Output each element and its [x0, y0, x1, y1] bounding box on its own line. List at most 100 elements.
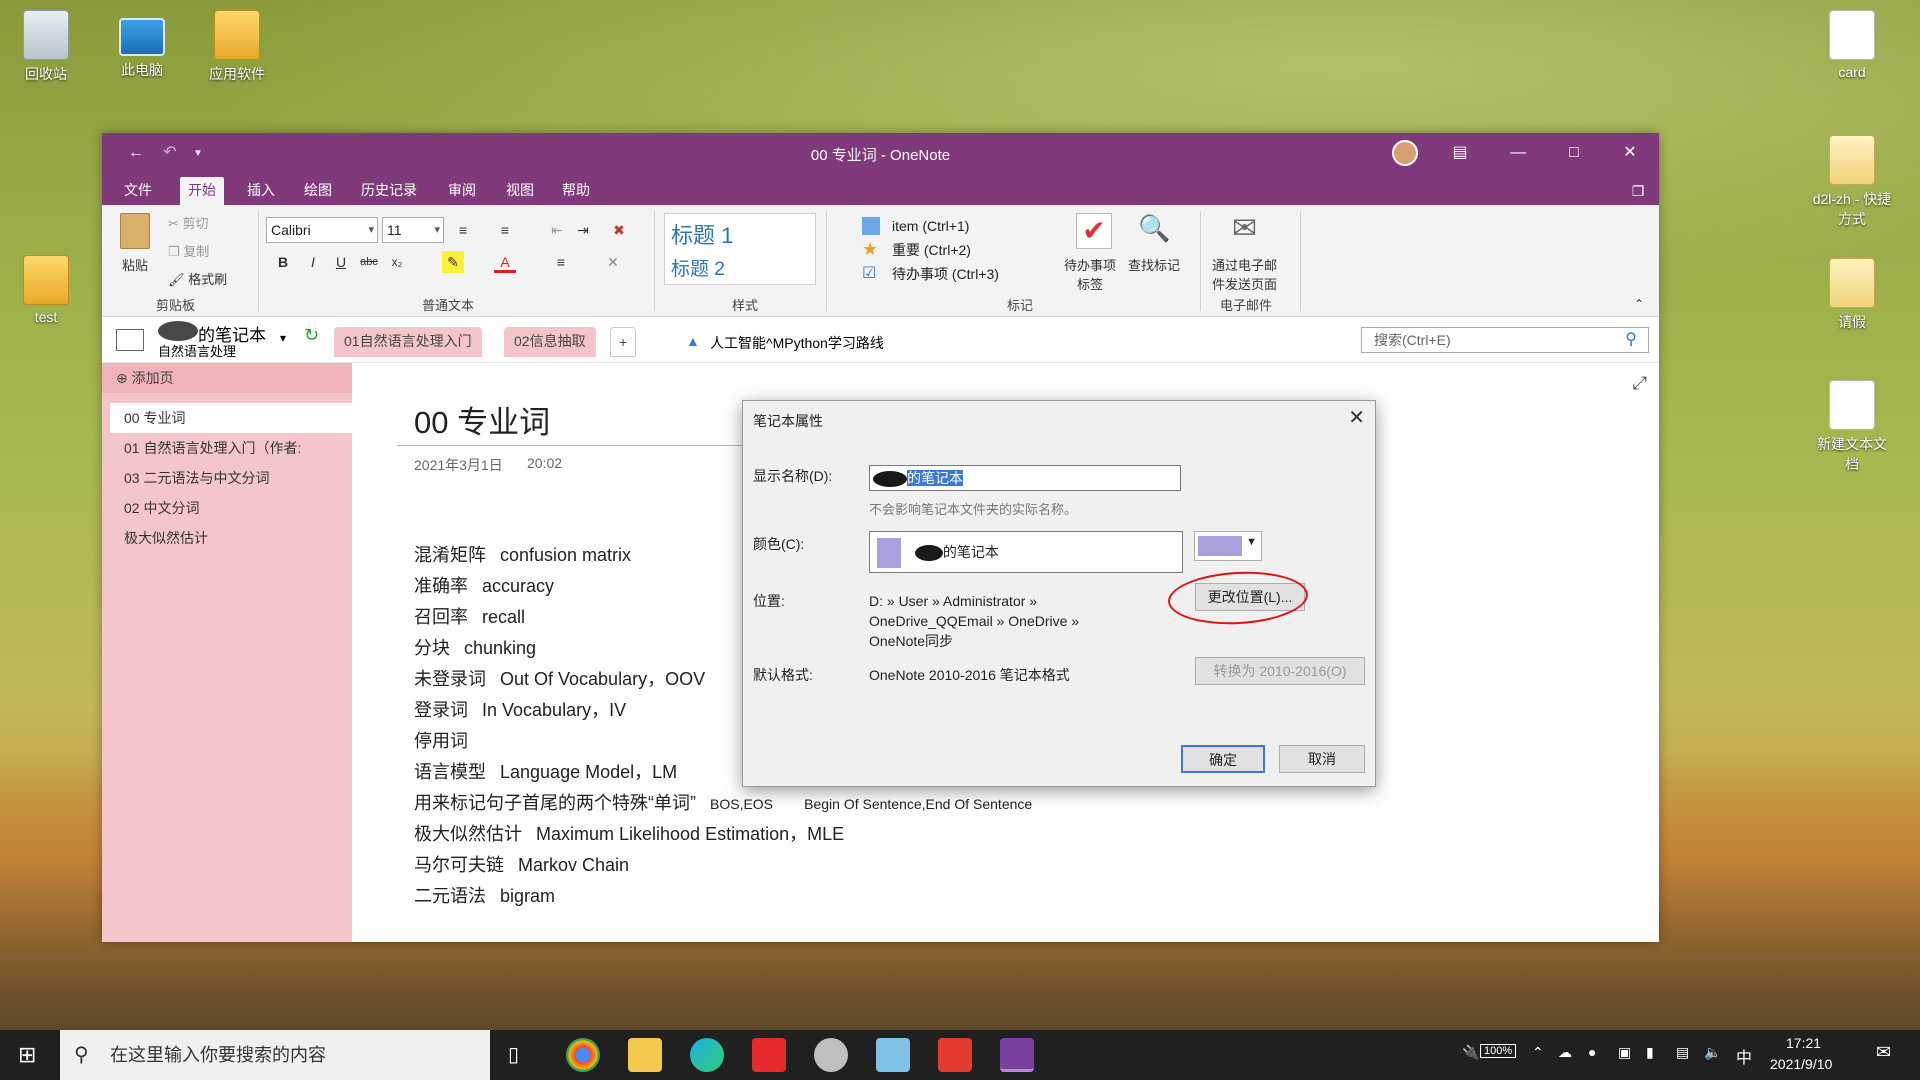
network-icon[interactable]: ▤: [1676, 1044, 1689, 1061]
strikethrough-button[interactable]: abc: [358, 251, 380, 273]
dialog-close-icon[interactable]: ✕: [1348, 405, 1365, 430]
app-icon[interactable]: [814, 1038, 848, 1072]
note-line[interactable]: 马尔可夫链 Markov Chain: [414, 851, 629, 877]
section-tab-nlp-intro[interactable]: 01自然语言处理入门: [334, 327, 482, 357]
style-heading-1[interactable]: 标题 1: [671, 218, 733, 250]
chevron-up-icon[interactable]: ⌃: [1532, 1044, 1544, 1061]
note-line[interactable]: 分块 chunking: [414, 634, 536, 660]
note-line[interactable]: 准确率 accuracy: [414, 572, 554, 598]
copy-button[interactable]: ❐ 复制: [168, 241, 209, 260]
paste-icon[interactable]: [120, 213, 150, 249]
clock-date[interactable]: 2021/9/10: [1770, 1056, 1832, 1072]
notebook-dropdown-icon[interactable]: ▾: [280, 331, 286, 345]
tag-todo[interactable]: 待办事项 (Ctrl+3): [892, 263, 999, 285]
ime-indicator[interactable]: 中: [1736, 1044, 1752, 1068]
paste-button[interactable]: 粘贴: [122, 255, 148, 274]
desktop-icon-d2l[interactable]: d2l-zh - 快捷方式: [1812, 135, 1892, 229]
align-icon[interactable]: ≡: [550, 251, 572, 273]
desktop-icon-card[interactable]: card: [1812, 10, 1892, 80]
avatar[interactable]: [1392, 140, 1418, 166]
battery-icon[interactable]: ▮: [1646, 1044, 1654, 1061]
note-line[interactable]: 登录词 In Vocabulary，IV: [414, 696, 626, 722]
highlight-icon[interactable]: ✎: [442, 251, 464, 273]
tab-insert[interactable]: 插入: [239, 177, 283, 205]
tab-home[interactable]: 开始: [180, 177, 224, 205]
desktop-icon-recycle-bin[interactable]: 回收站: [6, 10, 86, 84]
note-line[interactable]: 用来标记句子首尾的两个特殊“单词” BOS,EOS Begin Of Senten…: [414, 789, 1032, 815]
subscript-button[interactable]: x₂: [386, 251, 408, 273]
search-icon[interactable]: ⚲: [1625, 329, 1637, 349]
wps-icon[interactable]: [938, 1038, 972, 1072]
font-name-combo[interactable]: Calibri: [266, 217, 378, 243]
font-color-icon[interactable]: A: [494, 251, 516, 273]
collapse-ribbon-icon[interactable]: ⌃: [1634, 297, 1644, 311]
task-view-icon[interactable]: ▯: [508, 1042, 519, 1067]
section-tab-info-extraction[interactable]: 02信息抽取: [504, 327, 596, 357]
clear-format-icon[interactable]: ✖: [608, 219, 630, 241]
find-tags-button[interactable]: 查找标记: [1128, 255, 1180, 274]
numbering-icon[interactable]: ≡: [494, 219, 516, 241]
battery-indicator[interactable]: 100%: [1480, 1044, 1517, 1058]
tab-draw[interactable]: 绘图: [296, 177, 340, 205]
note-line[interactable]: 语言模型 Language Model，LM: [414, 758, 677, 784]
clock-time[interactable]: 17:21: [1786, 1035, 1821, 1051]
todo-tag-button[interactable]: 待办事项 标签: [1064, 255, 1116, 293]
file-explorer-icon[interactable]: [628, 1038, 662, 1072]
todo-tag-icon[interactable]: ✔: [1076, 213, 1112, 249]
onedrive-icon[interactable]: ☁: [1558, 1044, 1572, 1061]
bullets-icon[interactable]: ≡: [452, 219, 474, 241]
page-title[interactable]: 00 专业词: [414, 397, 550, 442]
full-page-view-icon[interactable]: ▤: [1448, 141, 1472, 165]
note-line[interactable]: 混淆矩阵 confusion matrix: [414, 541, 631, 567]
note-line[interactable]: 极大似然估计 Maximum Likelihood Estimation，MLE: [414, 820, 844, 846]
cut-button[interactable]: ✂ 剪切: [168, 213, 209, 232]
color-picker-dropdown[interactable]: ▼: [1194, 531, 1262, 561]
tab-view[interactable]: 视图: [498, 177, 542, 205]
increase-indent-icon[interactable]: ⇥: [572, 219, 594, 241]
windows-start-icon[interactable]: ⊞: [18, 1042, 36, 1068]
desktop-icon-new-text[interactable]: 新建文本文档: [1812, 380, 1892, 474]
desktop-icon-this-pc[interactable]: 此电脑: [102, 10, 182, 80]
close-icon[interactable]: ✕: [1618, 141, 1642, 165]
minimize-icon[interactable]: —: [1506, 141, 1530, 165]
tab-history[interactable]: 历史记录: [353, 177, 425, 205]
volume-icon[interactable]: 🔈: [1704, 1044, 1721, 1061]
note-line[interactable]: 未登录词 Out Of Vocabulary，OOV: [414, 665, 705, 691]
desktop-icon-apps[interactable]: 应用软件: [197, 10, 277, 84]
device-icon[interactable]: ▣: [1618, 1044, 1631, 1061]
search-input[interactable]: 搜索(Ctrl+E): [1361, 327, 1649, 353]
section-name[interactable]: 自然语言处理: [158, 341, 236, 360]
display-name-input[interactable]: 的笔记本: [869, 465, 1181, 491]
page-list-item[interactable]: 极大似然估计: [102, 523, 352, 553]
page-list-item[interactable]: 03 二元语法与中文分词: [102, 463, 352, 493]
tab-review[interactable]: 审阅: [440, 177, 484, 205]
chrome-icon[interactable]: [566, 1038, 600, 1072]
italic-button[interactable]: I: [302, 251, 324, 273]
cancel-button[interactable]: 取消: [1279, 745, 1365, 773]
email-page-button[interactable]: 通过电子邮 件发送页面: [1212, 255, 1277, 293]
sync-icon[interactable]: ↻: [304, 325, 319, 346]
page-list-item[interactable]: 01 自然语言处理入门（作者:: [102, 433, 352, 463]
tab-file[interactable]: 文件: [116, 177, 160, 205]
font-size-combo[interactable]: 11: [382, 217, 444, 243]
note-line[interactable]: 召回率 recall: [414, 603, 525, 629]
edge-icon[interactable]: [690, 1038, 724, 1072]
bold-button[interactable]: B: [272, 251, 294, 273]
add-section-button[interactable]: +: [610, 327, 637, 357]
note-line[interactable]: 二元语法 bigram: [414, 882, 555, 908]
desktop-icon-leave[interactable]: 请假: [1812, 258, 1892, 332]
expand-icon[interactable]: ⤢: [1633, 373, 1647, 394]
ok-button[interactable]: 确定: [1181, 745, 1265, 773]
qq-icon[interactable]: ●: [1588, 1044, 1596, 1060]
desktop-icon-test[interactable]: test: [6, 255, 86, 325]
tag-important[interactable]: 重要 (Ctrl+2): [892, 239, 971, 261]
notebook-list-icon[interactable]: ❐: [1626, 179, 1650, 203]
decrease-indent-icon[interactable]: ⇤: [546, 219, 568, 241]
note-line[interactable]: 停用词: [414, 727, 482, 753]
notes-app-icon[interactable]: [876, 1038, 910, 1072]
pdf-reader-icon[interactable]: [752, 1038, 786, 1072]
page-list-item[interactable]: 02 中文分词: [102, 493, 352, 523]
page-list-item[interactable]: 00 专业词: [102, 403, 352, 433]
tag-item[interactable]: item (Ctrl+1): [892, 215, 969, 237]
style-heading-2[interactable]: 标题 2: [671, 254, 725, 281]
